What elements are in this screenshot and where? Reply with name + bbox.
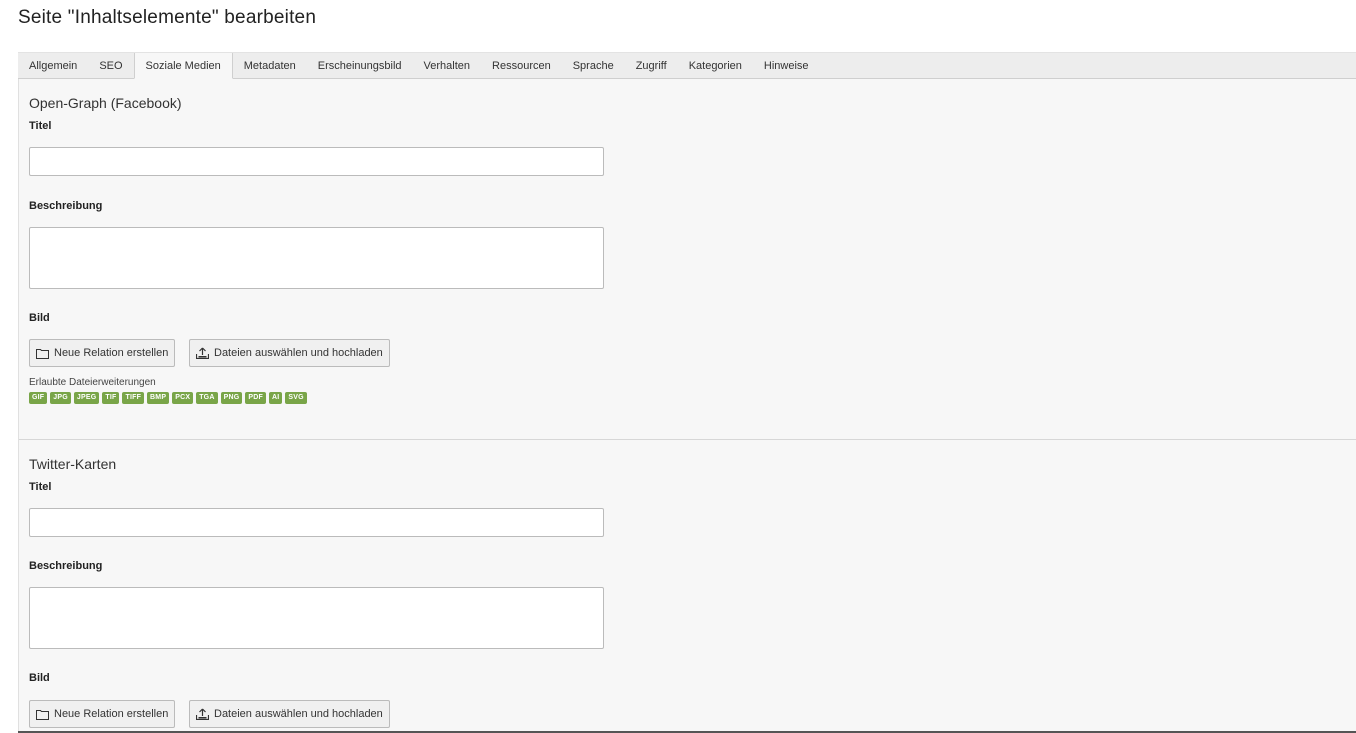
- og-new-relation-button[interactable]: Neue Relation erstellen: [29, 339, 176, 367]
- twitter-upload-button[interactable]: Dateien auswählen und hochladen: [189, 700, 390, 728]
- twitter-new-relation-button[interactable]: Neue Relation erstellen: [29, 700, 176, 728]
- folder-icon: [36, 709, 49, 720]
- ext-badge-pcx: PCX: [172, 392, 194, 404]
- ext-badge-pdf: PDF: [245, 392, 266, 404]
- og-new-relation-label: Neue Relation erstellen: [54, 347, 169, 359]
- tab-soziale-medien[interactable]: Soziale Medien: [133, 53, 233, 79]
- ext-badge-gif: GIF: [29, 392, 48, 404]
- ext-badge-tif: TIF: [102, 392, 120, 404]
- og-image-label: Bild: [29, 312, 50, 324]
- twitter-description-label: Beschreibung: [29, 560, 103, 572]
- og-title-input[interactable]: [29, 147, 604, 176]
- tab-metadaten[interactable]: Metadaten: [233, 53, 307, 78]
- upload-icon: [196, 347, 209, 359]
- og-upload-label: Dateien auswählen und hochladen: [214, 347, 383, 359]
- allowed-extensions-list: GIF JPG JPEG TIF TIFF BMP PCX TGA PNG PD…: [29, 392, 307, 404]
- tab-bar: Allgemein SEO Soziale Medien Metadaten E…: [18, 52, 1356, 79]
- tab-panel-soziale-medien: Open-Graph (Facebook) Titel Beschreibung…: [18, 79, 1356, 733]
- ext-badge-jpeg: JPEG: [73, 392, 100, 404]
- og-description-label: Beschreibung: [29, 200, 103, 212]
- twitter-title-label: Titel: [29, 481, 52, 493]
- ext-badge-jpg: JPG: [50, 392, 71, 404]
- tab-verhalten[interactable]: Verhalten: [413, 53, 481, 78]
- ext-badge-ai: AI: [268, 392, 283, 404]
- twitter-description-textarea[interactable]: [29, 587, 604, 649]
- section-divider: [19, 439, 1356, 440]
- ext-badge-svg: SVG: [285, 392, 307, 404]
- tab-hinweise[interactable]: Hinweise: [753, 53, 820, 78]
- tab-seo[interactable]: SEO: [88, 53, 133, 78]
- tab-kategorien[interactable]: Kategorien: [678, 53, 753, 78]
- upload-icon: [196, 708, 209, 720]
- og-title-label: Titel: [29, 120, 52, 132]
- ext-badge-tga: TGA: [196, 392, 218, 404]
- tab-ressourcen[interactable]: Ressourcen: [481, 53, 562, 78]
- tab-erscheinungsbild[interactable]: Erscheinungsbild: [307, 53, 413, 78]
- tab-zugriff[interactable]: Zugriff: [625, 53, 678, 78]
- tab-allgemein[interactable]: Allgemein: [18, 53, 88, 78]
- twitter-image-label: Bild: [29, 672, 50, 684]
- twitter-upload-label: Dateien auswählen und hochladen: [214, 708, 383, 720]
- og-section-title: Open-Graph (Facebook): [29, 95, 182, 111]
- ext-badge-bmp: BMP: [147, 392, 170, 404]
- page-title: Seite "Inhaltselemente" bearbeiten: [18, 7, 317, 28]
- twitter-new-relation-label: Neue Relation erstellen: [54, 708, 169, 720]
- twitter-title-input[interactable]: [29, 508, 604, 537]
- folder-icon: [36, 348, 49, 359]
- allowed-extensions-label: Erlaubte Dateierweiterungen: [29, 377, 156, 388]
- ext-badge-tiff: TIFF: [122, 392, 145, 404]
- tab-sprache[interactable]: Sprache: [562, 53, 625, 78]
- ext-badge-png: PNG: [220, 392, 243, 404]
- twitter-section-title: Twitter-Karten: [29, 456, 117, 472]
- og-upload-button[interactable]: Dateien auswählen und hochladen: [189, 339, 390, 367]
- og-description-textarea[interactable]: [29, 227, 604, 289]
